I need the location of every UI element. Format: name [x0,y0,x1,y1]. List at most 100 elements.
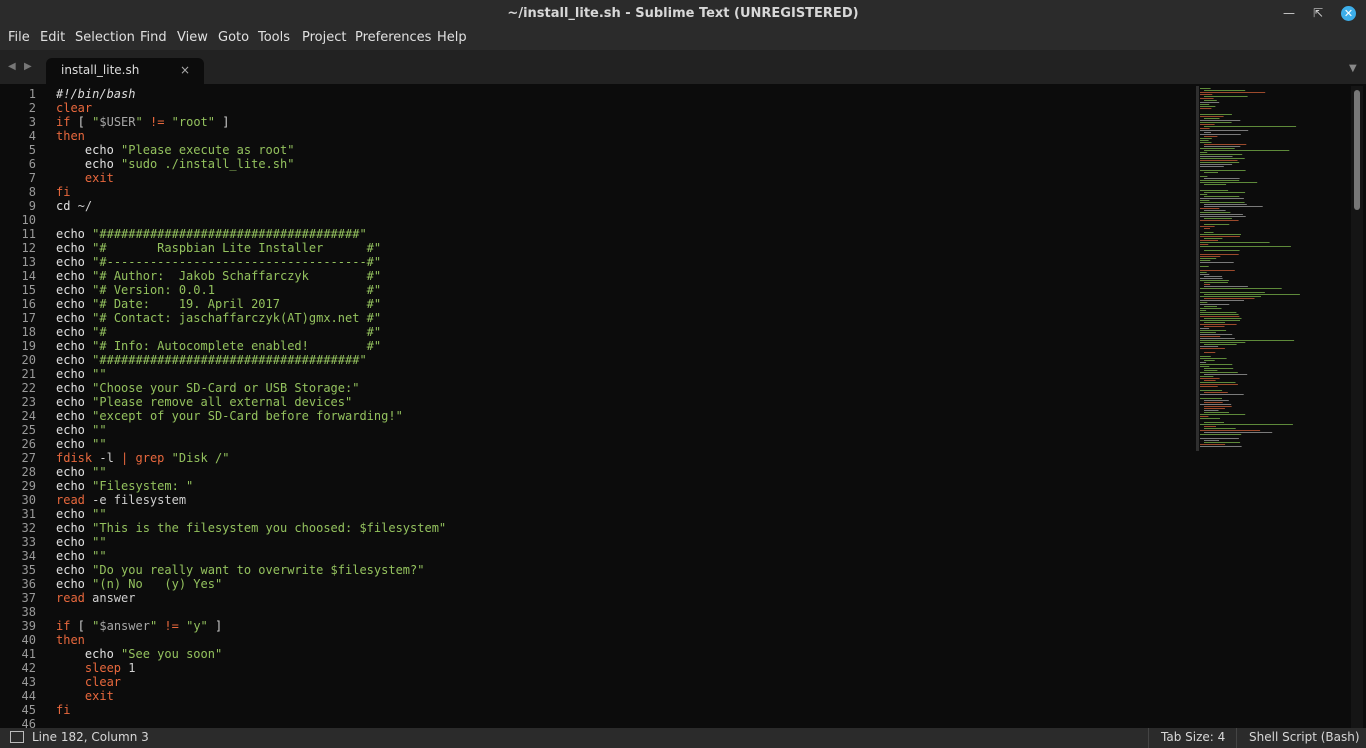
tab-close-icon[interactable]: × [180,63,190,77]
code-line[interactable]: 12 echo "# Raspbian Lite Installer #" [0,241,1190,255]
code-editor[interactable]: 1 #!/bin/bash 2 clear 3 if [ "$USER" != "root… [0,86,1350,728]
tab-install-lite[interactable]: install_lite.sh × [46,58,204,84]
minimap-line [1204,440,1219,441]
code-text: echo "Please remove all external devices… [56,395,353,409]
menu-goto[interactable]: Goto [218,30,249,45]
code-line[interactable]: 19 echo "# Info: Autocomplete enabled! #" [0,339,1190,353]
minimap-line [1200,366,1210,367]
code-line[interactable]: 41 echo "See you soon" [0,647,1190,661]
code-line[interactable]: 28 echo "" [0,465,1190,479]
code-line[interactable]: 34 echo "" [0,549,1190,563]
code-line[interactable]: 29 echo "Filesystem: " [0,479,1190,493]
menu-selection[interactable]: Selection [75,30,135,45]
code-line[interactable]: 37 read answer [0,591,1190,605]
code-text: echo "Filesystem: " [56,479,194,493]
code-line[interactable]: 5 echo "Please execute as root" [0,143,1190,157]
tab-back-icon[interactable]: ◀ [8,61,16,72]
minimap-line [1200,148,1235,149]
code-line[interactable]: 7 exit [0,171,1190,185]
code-line[interactable]: 46 [0,717,1190,728]
minimap-line [1200,234,1241,235]
code-line[interactable]: 35 echo "Do you really want to overwrite … [0,563,1190,577]
code-line[interactable]: 21 echo "" [0,367,1190,381]
minimap-line [1200,116,1224,117]
scrollbar-thumb[interactable] [1354,90,1360,210]
code-line[interactable]: 20 echo "################################… [0,353,1190,367]
line-number: 45 [21,703,36,717]
minimap-line [1204,146,1241,147]
minimap-line [1204,210,1226,211]
minimap-line [1200,88,1211,89]
code-line[interactable]: 40 then [0,633,1190,647]
minimap-line [1200,108,1212,109]
menu-help[interactable]: Help [437,30,467,45]
line-number: 4 [28,129,36,143]
code-line[interactable]: 17 echo "# Contact: jaschaffarczyk(AT)gmx… [0,311,1190,325]
code-line[interactable]: 36 echo "(n) No (y) Yes" [0,577,1190,591]
minimap-line [1204,228,1210,229]
menu-edit[interactable]: Edit [40,30,65,45]
minimize-icon[interactable]: — [1282,6,1296,20]
minimap-line [1204,368,1234,369]
vertical-scrollbar[interactable] [1351,86,1363,728]
menu-tools[interactable]: Tools [258,30,290,45]
code-text: #!/bin/bash [56,87,136,101]
menu-preferences[interactable]: Preferences [355,30,431,45]
code-line[interactable]: 30 read -e filesystem [0,493,1190,507]
minimap-line [1200,296,1261,297]
tab-size[interactable]: Tab Size: 4 [1161,730,1225,744]
code-line[interactable]: 32 echo "This is the filesystem you choos… [0,521,1190,535]
code-line[interactable]: 13 echo "#-------------------------------… [0,255,1190,269]
tab-list-icon[interactable]: ▼ [1349,63,1357,74]
code-line[interactable]: 23 echo "Please remove all external devic… [0,395,1190,409]
minimap-line [1200,266,1209,267]
code-line[interactable]: 26 echo "" [0,437,1190,451]
menu-view[interactable]: View [177,30,208,45]
code-line[interactable]: 22 echo "Choose your SD-Card or USB Stora… [0,381,1190,395]
minimap-line [1200,254,1239,255]
minimap-line [1200,348,1225,349]
code-line[interactable]: 8 fi [0,185,1190,199]
minimap[interactable] [1196,86,1346,456]
minimap-line [1200,384,1238,385]
code-line[interactable]: 43 clear [0,675,1190,689]
code-line[interactable]: 6 echo "sudo ./install_lite.sh" [0,157,1190,171]
code-line[interactable]: 11 echo "################################… [0,227,1190,241]
code-line[interactable]: 27 fdisk -l | grep "Disk /" [0,451,1190,465]
code-line[interactable]: 45 fi [0,703,1190,717]
code-line[interactable]: 39 if [ "$answer" != "y" ] [0,619,1190,633]
code-line[interactable]: 2 clear [0,101,1190,115]
menu-file[interactable]: File [8,30,30,45]
code-line[interactable]: 15 echo "# Version: 0.0.1 #" [0,283,1190,297]
panel-toggle-icon[interactable] [10,731,24,743]
code-line[interactable]: 14 echo "# Author: Jakob Schaffarczyk #" [0,269,1190,283]
code-line[interactable]: 18 echo "# #" [0,325,1190,339]
code-line[interactable]: 10 [0,213,1190,227]
close-icon[interactable]: ✕ [1341,6,1356,21]
code-line[interactable]: 31 echo "" [0,507,1190,521]
code-text: read -e filesystem [56,493,187,507]
line-number: 46 [21,717,36,728]
code-line[interactable]: 9 cd ~/ [0,199,1190,213]
code-line[interactable]: 24 echo "except of your SD-Card before fo… [0,409,1190,423]
code-line[interactable]: 1 #!/bin/bash [0,87,1190,101]
tab-forward-icon[interactable]: ▶ [24,61,32,72]
line-number: 23 [21,395,36,409]
code-line[interactable]: 3 if [ "$USER" != "root" ] [0,115,1190,129]
restore-icon[interactable]: ⇱ [1311,6,1325,20]
code-line[interactable]: 42 sleep 1 [0,661,1190,675]
code-line[interactable]: 4 then [0,129,1190,143]
minimap-line [1200,424,1293,425]
code-line[interactable]: 33 echo "" [0,535,1190,549]
code-line[interactable]: 25 echo "" [0,423,1190,437]
code-line[interactable]: 16 echo "# Date: 19. April 2017 #" [0,297,1190,311]
menu-project[interactable]: Project [302,30,346,45]
code-line[interactable]: 44 exit [0,689,1190,703]
code-text: echo "Do you really want to overwrite $f… [56,563,425,577]
syntax-selector[interactable]: Shell Script (Bash) [1249,730,1360,744]
minimap-line [1200,216,1246,217]
code-line[interactable]: 38 [0,605,1190,619]
menu-find[interactable]: Find [140,30,167,45]
code-text: echo "##################################… [56,353,367,367]
code-text: echo "sudo ./install_lite.sh" [84,157,295,171]
